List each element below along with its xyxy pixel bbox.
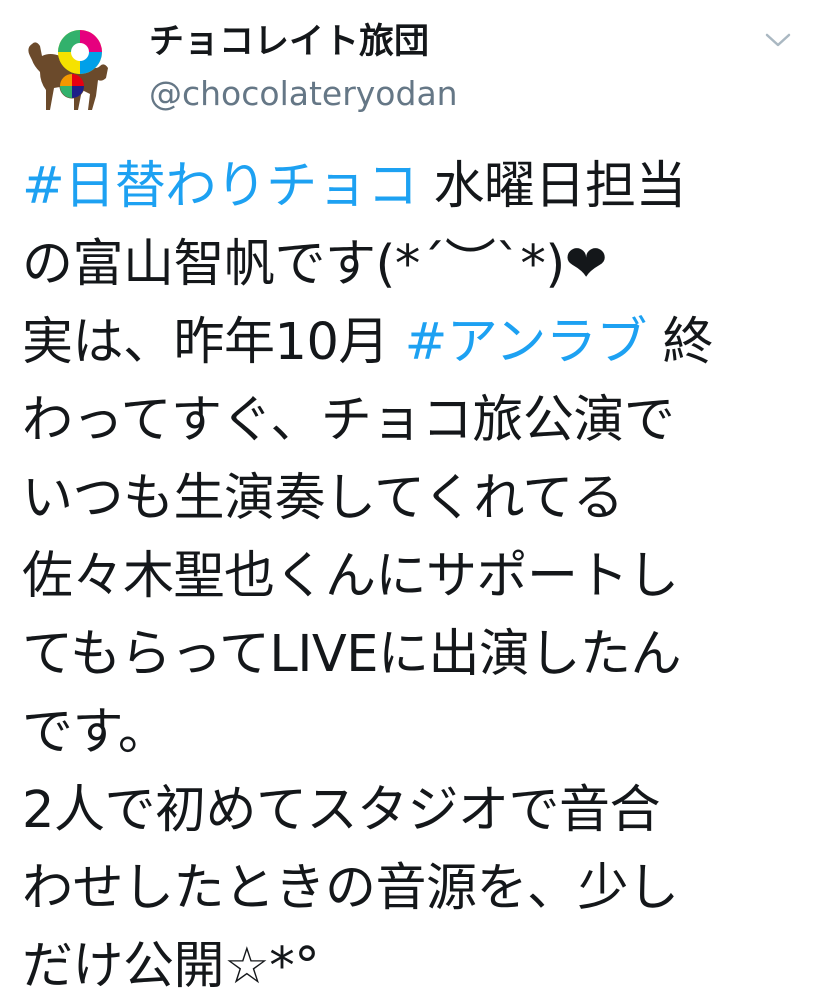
tweet-text: #日替わりチョコ 水曜日担当 の富山智帆です(*´︶`*)❤ 実は、昨年10月 #ア…: [22, 148, 802, 1006]
tweet-text-segment: わってすぐ、チョコ旅公演で: [22, 391, 675, 450]
tweet-text-segment: 実は、昨年10月: [22, 313, 405, 372]
tweet-text-segment: の富山智帆です(*´︶`*): [22, 235, 565, 294]
author-handle[interactable]: @chocolateryodan: [149, 72, 458, 116]
tweet-text-segment: いつも生演奏してくれてる: [22, 469, 624, 528]
tweet-text-segment: 終: [646, 313, 714, 372]
tweet-text-line: 佐々木聖也くんにサポートし: [22, 538, 802, 616]
tweet-text-line: いつも生演奏してくれてる: [22, 460, 802, 538]
tweet-text-segment: 水曜日担当: [417, 157, 686, 216]
tweet-text-line: 2人で初めてスタジオで音合: [22, 772, 802, 850]
hashtag-link[interactable]: #日替わりチョコ: [22, 157, 418, 216]
tweet-text-line: です。: [22, 694, 802, 772]
hashtag-link[interactable]: #アンラブ: [405, 313, 648, 372]
tweet-text-line: だけ公開☆*°: [22, 928, 802, 1006]
tweet-text-segment: てもらってLIVEに出演したん: [22, 625, 681, 684]
avatar[interactable]: [20, 26, 116, 112]
heart-icon: ❤: [564, 235, 608, 294]
tweet-text-segment: だけ公開☆*°: [22, 937, 320, 996]
tweet-text-segment: 佐々木聖也くんにサポートし: [22, 547, 679, 606]
camel-rainbow-logo-icon: [28, 30, 108, 110]
tweet-text-line: の富山智帆です(*´︶`*)❤: [22, 226, 802, 304]
tweet-text-segment: 2人で初めてスタジオで音合: [22, 781, 660, 840]
tweet-text-segment: です。: [22, 703, 169, 762]
tweet-text-line: #日替わりチョコ 水曜日担当: [22, 148, 802, 226]
tweet-text-line: わってすぐ、チョコ旅公演で: [22, 382, 802, 460]
tweet-text-line: わせしたときの音源を、少し: [22, 850, 802, 928]
author-name[interactable]: チョコレイト旅団: [149, 18, 429, 66]
tweet-text-line: 実は、昨年10月 #アンラブ 終: [22, 304, 802, 382]
tweet-card: チョコレイト旅団 @chocolateryodan #日替わりチョコ 水曜日担当…: [0, 0, 814, 996]
chevron-down-icon[interactable]: [763, 28, 793, 52]
tweet-text-line: てもらってLIVEに出演したん: [22, 616, 802, 694]
tweet-text-segment: わせしたときの音源を、少し: [22, 859, 679, 918]
